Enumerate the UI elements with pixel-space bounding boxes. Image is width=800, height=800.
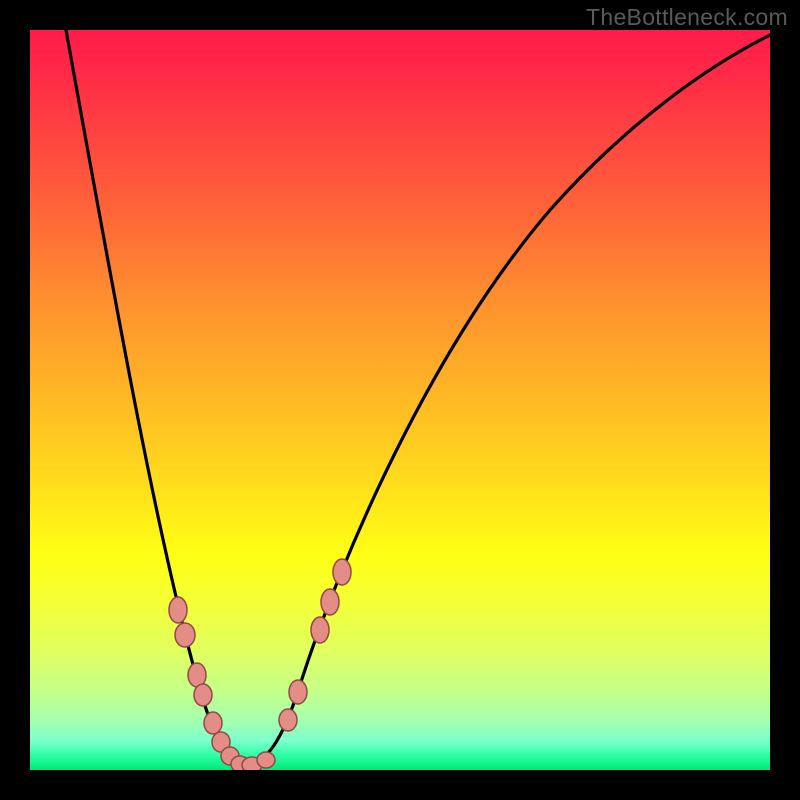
data-point — [204, 712, 222, 734]
data-point — [279, 709, 297, 731]
data-point — [257, 752, 275, 768]
chart-frame: TheBottleneck.com — [0, 0, 800, 800]
chart-svg — [30, 30, 770, 770]
watermark-text: TheBottleneck.com — [586, 4, 788, 31]
data-points — [169, 559, 351, 770]
data-point — [333, 559, 351, 585]
plot-area — [30, 30, 770, 770]
data-point — [169, 597, 187, 623]
data-point — [194, 684, 212, 706]
data-point — [289, 680, 307, 704]
data-point — [175, 623, 195, 647]
bottleneck-curve — [66, 30, 770, 765]
data-point — [311, 617, 329, 643]
data-point — [321, 589, 339, 615]
